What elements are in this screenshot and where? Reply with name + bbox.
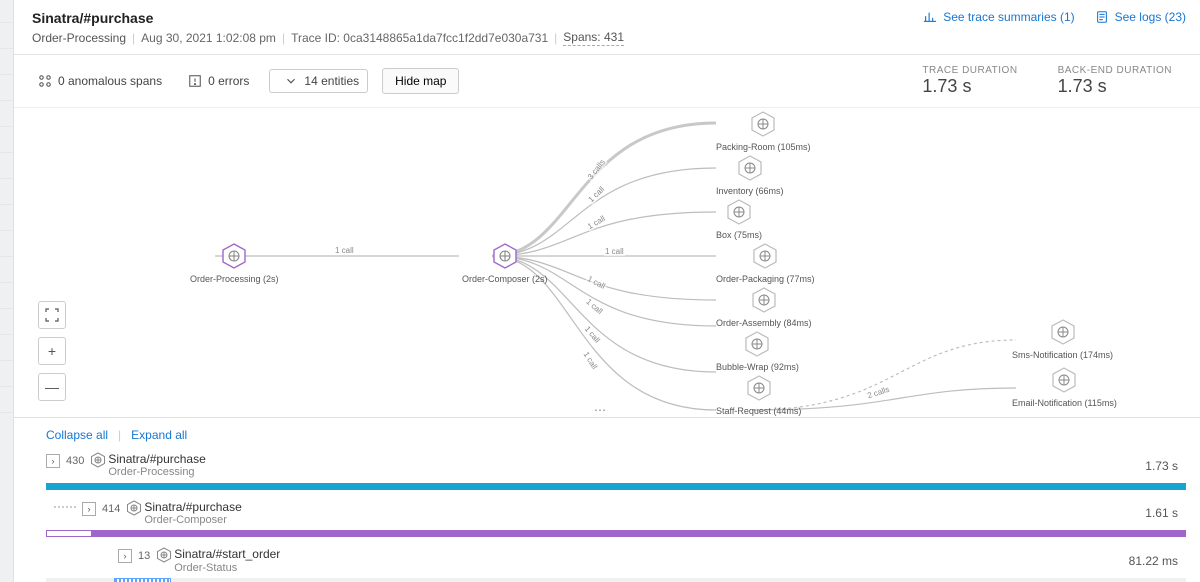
- trace-toolbar: 0 anomalous spans 0 errors 14 entities H…: [14, 55, 1200, 108]
- hex-icon: [749, 110, 777, 138]
- hex-icon: [751, 242, 779, 270]
- span-service: Order-Status: [174, 562, 280, 575]
- document-icon: [1095, 10, 1109, 24]
- span-row[interactable]: › 13 Sinatra/#start_order Order-Status 8…: [118, 543, 1186, 582]
- hex-icon: [750, 286, 778, 314]
- entities-dropdown[interactable]: 14 entities: [269, 69, 368, 93]
- fit-button[interactable]: [38, 301, 66, 329]
- child-count: 13: [138, 550, 150, 562]
- hex-icon: [491, 242, 519, 270]
- span-list-panel: Collapse all | Expand all › 430 Sinatra/…: [14, 418, 1200, 582]
- span-duration: 81.22 ms: [1129, 554, 1186, 568]
- map-node-packing-room[interactable]: Packing-Room (105ms): [716, 110, 811, 152]
- alert-icon: [188, 74, 202, 88]
- expand-caret[interactable]: ›: [82, 502, 96, 516]
- see-trace-summaries-link[interactable]: See trace summaries (1): [923, 10, 1074, 24]
- map-node-order-composer[interactable]: Order-Composer (2s): [462, 242, 548, 284]
- anomaly-icon: [38, 74, 52, 88]
- map-node-sms-notification[interactable]: Sms-Notification (174ms): [1012, 318, 1113, 360]
- service-map[interactable]: 1 call 3 calls 1 call 1 call 1 call 1 ca…: [14, 108, 1200, 418]
- span-hex-icon: [126, 500, 142, 519]
- chevron-down-icon: [284, 74, 298, 88]
- span-service: Order-Processing: [108, 466, 205, 479]
- see-logs-link[interactable]: See logs (23): [1095, 10, 1186, 24]
- hex-icon: [743, 330, 771, 358]
- trace-header: Sinatra/#purchase Order-Processing | Aug…: [14, 0, 1200, 55]
- span-name: Sinatra/#start_order: [174, 547, 280, 561]
- hide-map-button[interactable]: Hide map: [382, 68, 459, 94]
- hex-icon: [1050, 366, 1078, 394]
- hex-icon: [736, 154, 764, 182]
- zoom-out-button[interactable]: —: [38, 373, 66, 401]
- map-node-order-assembly[interactable]: Order-Assembly (84ms): [716, 286, 812, 328]
- spans-count[interactable]: Spans: 431: [563, 30, 624, 46]
- span-duration: 1.73 s: [1145, 459, 1186, 473]
- map-node-order-packaging[interactable]: Order-Packaging (77ms): [716, 242, 815, 284]
- map-overflow-indicator[interactable]: ⋯: [594, 403, 606, 417]
- span-row[interactable]: › 414 Sinatra/#purchase Order-Composer 1…: [82, 496, 1186, 538]
- errors-chip[interactable]: 0 errors: [182, 70, 255, 92]
- trace-subtitle: Order-Processing | Aug 30, 2021 1:02:08 …: [32, 30, 624, 46]
- hex-icon: [220, 242, 248, 270]
- hex-icon: [725, 198, 753, 226]
- span-name: Sinatra/#purchase: [144, 500, 241, 514]
- expand-all-link[interactable]: Expand all: [131, 428, 187, 442]
- trace-id: Trace ID: 0ca3148865a1da7fcc1f2dd7e030a7…: [291, 31, 548, 45]
- app-name: Order-Processing: [32, 31, 126, 45]
- map-node-email-notification[interactable]: Email-Notification (115ms): [1012, 366, 1117, 408]
- span-duration: 1.61 s: [1145, 506, 1186, 520]
- child-count: 414: [102, 503, 120, 515]
- map-node-inventory[interactable]: Inventory (66ms): [716, 154, 784, 196]
- map-node-order-processing[interactable]: Order-Processing (2s): [190, 242, 279, 284]
- trace-duration-metric: TRACE DURATION 1.73 s: [922, 65, 1017, 97]
- page-title: Sinatra/#purchase: [32, 10, 624, 26]
- backend-duration-metric: BACK-END DURATION 1.73 s: [1058, 65, 1172, 97]
- anomalous-spans-chip[interactable]: 0 anomalous spans: [32, 70, 168, 92]
- expand-caret[interactable]: ›: [46, 454, 60, 468]
- hex-icon: [745, 374, 773, 402]
- span-row[interactable]: › 430 Sinatra/#purchase Order-Processing…: [46, 448, 1186, 490]
- bar-chart-icon: [923, 10, 937, 24]
- span-name: Sinatra/#purchase: [108, 452, 205, 466]
- map-node-bubble-wrap[interactable]: Bubble-Wrap (92ms): [716, 330, 799, 372]
- hex-icon: [1049, 318, 1077, 346]
- expand-caret[interactable]: ›: [118, 549, 132, 563]
- map-controls: + —: [38, 301, 66, 401]
- span-hex-icon: [90, 452, 106, 471]
- zoom-in-button[interactable]: +: [38, 337, 66, 365]
- map-node-box[interactable]: Box (75ms): [716, 198, 762, 240]
- trace-timestamp: Aug 30, 2021 1:02:08 pm: [141, 31, 276, 45]
- fit-icon: [45, 308, 59, 322]
- span-service: Order-Composer: [144, 514, 241, 527]
- child-count: 430: [66, 455, 84, 467]
- map-node-staff-request[interactable]: Staff-Request (44ms): [716, 374, 801, 416]
- collapse-all-link[interactable]: Collapse all: [46, 428, 108, 442]
- span-hex-icon: [156, 547, 172, 566]
